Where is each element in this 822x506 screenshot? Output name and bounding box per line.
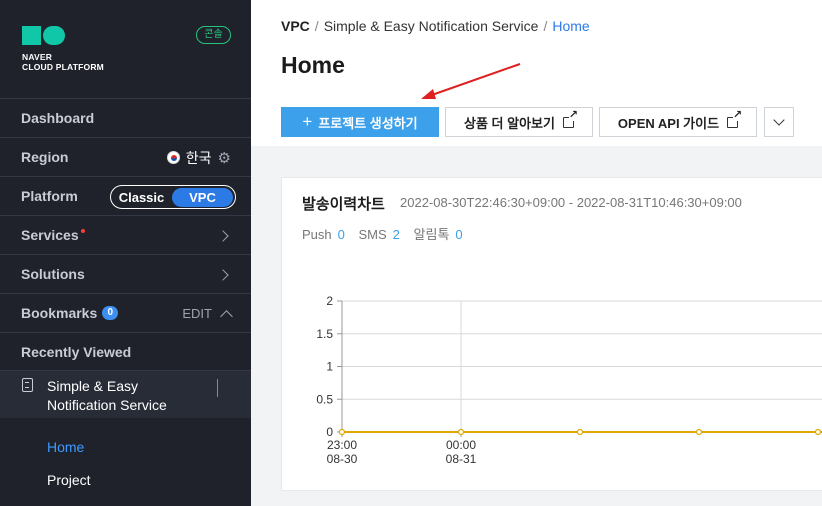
logo-line1: NAVER [22,52,53,62]
learn-more-label: 상품 더 알아보기 [464,115,555,131]
sidebar-item-label: Recently Viewed [21,344,132,360]
breadcrumb-separator: / [543,18,548,34]
y-tick-label: 2 [326,294,333,308]
active-service-line1: Simple & Easy [47,378,139,394]
sidebar-item-solutions[interactable]: Solutions [0,254,251,293]
create-project-label: 프로젝트 생성하기 [318,115,418,131]
data-point [338,428,346,436]
console-badge[interactable]: 콘솔 [196,26,231,44]
sidebar-item-label: Platform [21,188,78,204]
bookmarks-count-badge: 0 [102,306,119,320]
breadcrumb: VPC / Simple & Easy Notification Service / H… [281,18,590,34]
breadcrumb-service[interactable]: Simple & Easy Notification Service [324,18,539,34]
api-guide-button[interactable]: OPEN API 가이드 [599,107,757,137]
data-point [576,428,584,436]
sidebar-item-region: Region 한국 ⚙ [0,137,251,176]
data-point [457,428,465,436]
sidebar-item-label: Services [21,227,79,243]
platform-toggle[interactable]: Classic VPC [110,185,236,209]
send-history-card: 발송이력차트 2022-08-30T22:46:30+09:00 - 2022-… [281,177,822,491]
bookmarks-edit-button[interactable]: EDIT [182,306,212,321]
gear-icon[interactable]: ⚙ [218,149,231,167]
send-history-chart: 2 1.5 1 0.5 023:0008-30 00:0008-31 [316,294,822,466]
sidebar-item-platform: Platform Classic VPC [0,176,251,215]
naver-cloud-logo[interactable]: NAVER CLOUD PLATFORM [22,26,104,72]
sidebar-item-bookmarks[interactable]: Bookmarks 0 EDIT [0,293,251,332]
sidebar-item-label: Dashboard [21,110,95,126]
chevron-up-icon[interactable] [217,379,218,397]
chevron-up-icon[interactable] [220,309,233,323]
sidebar-item-recently-viewed[interactable]: Recently Viewed [0,332,251,371]
external-link-icon [562,109,578,128]
sidebar-item-active-service[interactable]: Simple & Easy Notification Service [0,370,251,418]
active-service-line2: Notification Service [47,397,167,413]
api-guide-label: OPEN API 가이드 [617,115,720,131]
sidebar-subitem-home[interactable]: Home [47,439,84,455]
chevron-right-icon [217,229,229,242]
y-tick-label: 0 [326,425,333,439]
more-options-button[interactable] [764,107,794,137]
y-tick-label: 0.5 [316,392,333,406]
sidebar-item-services[interactable]: Services [0,215,251,254]
learn-more-button[interactable]: 상품 더 알아보기 [445,107,593,137]
breadcrumb-current[interactable]: Home [552,18,589,34]
page-title: Home [281,52,345,78]
service-icon [22,378,33,392]
sidebar-item-dashboard[interactable]: Dashboard [0,98,251,137]
logo-line2: CLOUD PLATFORM [22,62,104,72]
region-value[interactable]: 한국 [186,148,212,168]
external-link-icon [727,109,743,128]
platform-option-classic[interactable]: Classic [111,190,172,205]
sidebar-item-label: Bookmarks [21,305,98,321]
data-point [695,428,703,436]
logo-mark-icon [22,26,104,45]
chevron-right-icon [217,268,229,281]
breadcrumb-separator: / [314,18,319,34]
x-tick-label-date: 08-31 [446,452,477,466]
y-tick-label: 1.5 [316,327,333,341]
breadcrumb-root[interactable]: VPC [281,18,310,34]
sidebar-item-label: Region [21,149,69,165]
y-tick-label: 1 [326,360,333,374]
plus-icon: + [302,112,313,131]
main-header: VPC / Simple & Easy Notification Service / H… [251,0,822,146]
x-tick-label-time: 23:00 [327,438,357,452]
x-tick-label-date: 08-30 [327,452,358,466]
sidebar: NAVER CLOUD PLATFORM 콘솔 Dashboard Region… [0,0,251,506]
x-tick-label-time: 00:00 [446,438,476,452]
sidebar-item-label: Solutions [21,266,85,282]
new-indicator-dot [80,229,85,233]
annotation-arrow [421,63,521,99]
chevron-down-icon [773,114,785,126]
create-project-button[interactable]: + 프로젝트 생성하기 [281,107,439,137]
data-point [814,428,822,436]
sidebar-subitem-project[interactable]: Project [47,472,91,488]
korea-flag-icon [166,151,180,164]
platform-option-vpc[interactable]: VPC [172,187,233,207]
